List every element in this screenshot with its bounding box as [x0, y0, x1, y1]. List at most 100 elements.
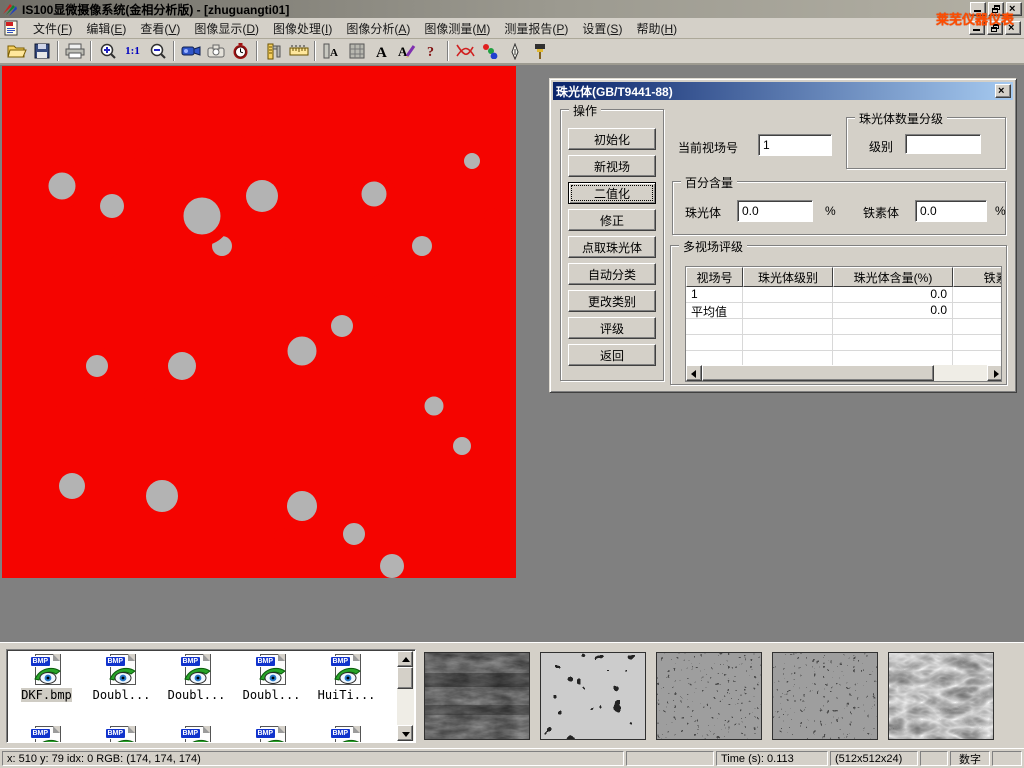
dialog-close-button[interactable]: ×: [995, 84, 1011, 98]
file-name[interactable]: Doubl...: [168, 688, 226, 702]
thumbnail-1[interactable]: [424, 652, 530, 740]
menu-item[interactable]: 帮助(H): [629, 18, 684, 39]
file-name[interactable]: DKF.bmp: [21, 688, 72, 702]
table-row[interactable]: [686, 319, 1002, 335]
close-button[interactable]: ×: [1006, 2, 1022, 16]
scroll-thumb[interactable]: [702, 365, 934, 381]
file-item[interactable]: BMP: [84, 726, 159, 743]
op-button-2[interactable]: 新视场: [568, 155, 656, 177]
table-row[interactable]: 平均值0.0: [686, 303, 1002, 319]
file-list[interactable]: BMP DKF.bmp BMP Doubl... BMP Doubl... BMP Doubl…: [6, 649, 416, 743]
bmp-file-icon[interactable]: BMP: [180, 654, 214, 686]
current-field-input[interactable]: [758, 134, 832, 156]
file-item[interactable]: BMP DKF.bmp: [9, 654, 84, 702]
file-list-scrollbar[interactable]: [397, 651, 414, 741]
grid-icon[interactable]: [344, 40, 369, 62]
op-button-4[interactable]: 修正: [568, 209, 656, 231]
table-column-header[interactable]: 视场号: [686, 267, 743, 287]
menu-item[interactable]: 图像分析(A): [339, 18, 417, 39]
mdi-close-button[interactable]: ×: [1005, 21, 1021, 35]
minimize-button[interactable]: [970, 2, 986, 16]
measure-caliper-icon[interactable]: A: [319, 40, 344, 62]
marker-balloons-icon[interactable]: [477, 40, 502, 62]
file-item[interactable]: BMP: [159, 726, 234, 743]
op-button-7[interactable]: 更改类别: [568, 290, 656, 312]
thumbnail-2[interactable]: [540, 652, 646, 740]
app-icon[interactable]: [2, 2, 18, 16]
ferrite-percent-input[interactable]: [915, 200, 987, 222]
table-row[interactable]: [686, 335, 1002, 351]
op-button-1[interactable]: 初始化: [568, 128, 656, 150]
mdi-minimize-button[interactable]: [969, 21, 985, 35]
capture-camera-icon[interactable]: [203, 40, 228, 62]
mdi-restore-button[interactable]: [987, 21, 1003, 35]
table-row[interactable]: 10.0: [686, 287, 1002, 303]
print-icon[interactable]: [62, 40, 87, 62]
op-button-5[interactable]: 点取珠光体: [568, 236, 656, 258]
thumbnail-3[interactable]: [656, 652, 762, 740]
pen-icon[interactable]: [502, 40, 527, 62]
bmp-file-icon[interactable]: BMP: [105, 726, 139, 743]
menu-item[interactable]: 图像显示(D): [187, 18, 266, 39]
thumbnail-5[interactable]: [888, 652, 994, 740]
menu-item[interactable]: 图像处理(I): [266, 18, 339, 39]
ruler-icon[interactable]: [286, 40, 311, 62]
menu-item[interactable]: 设置(S): [575, 18, 629, 39]
menu-item[interactable]: 图像测量(M): [417, 18, 497, 39]
file-item[interactable]: BMP Doubl...: [234, 654, 309, 702]
menu-item[interactable]: 查看(V): [133, 18, 187, 39]
open-folder-icon[interactable]: [4, 40, 29, 62]
curve-tool-icon[interactable]: [452, 40, 477, 62]
scroll-down-button[interactable]: [397, 725, 413, 741]
file-name[interactable]: HuiTi...: [318, 688, 376, 702]
thumbnail-4[interactable]: [772, 652, 878, 740]
help-icon[interactable]: ?: [419, 40, 444, 62]
bmp-file-icon[interactable]: BMP: [105, 654, 139, 686]
caliper-icon[interactable]: [261, 40, 286, 62]
bmp-file-icon[interactable]: BMP: [330, 726, 364, 743]
menu-item[interactable]: 测量报告(P): [497, 18, 575, 39]
file-item[interactable]: BMP: [234, 726, 309, 743]
rating-table[interactable]: 视场号珠光体级别珠光体含量(%)铁素体含量(%) 10.0平均值0.0: [685, 266, 1002, 382]
bmp-file-icon[interactable]: BMP: [330, 654, 364, 686]
text-icon[interactable]: A: [369, 40, 394, 62]
file-item[interactable]: BMP HuiTi...: [309, 654, 384, 702]
menu-item[interactable]: 文件(F): [26, 18, 79, 39]
file-item[interactable]: BMP: [309, 726, 384, 743]
table-column-header[interactable]: 珠光体含量(%): [833, 267, 953, 287]
actual-size-icon[interactable]: 1:1: [120, 40, 145, 62]
file-name[interactable]: Doubl...: [93, 688, 151, 702]
restore-button[interactable]: [988, 2, 1004, 16]
file-name[interactable]: Doubl...: [243, 688, 301, 702]
bmp-file-icon[interactable]: BMP: [180, 726, 214, 743]
bmp-file-icon[interactable]: BMP: [30, 726, 64, 743]
file-item[interactable]: BMP Doubl...: [84, 654, 159, 702]
file-item[interactable]: BMP: [9, 726, 84, 743]
bmp-file-icon[interactable]: BMP: [30, 654, 64, 686]
document-icon[interactable]: [4, 20, 20, 36]
level-input[interactable]: [905, 134, 981, 154]
table-column-header[interactable]: 珠光体级别: [743, 267, 833, 287]
scroll-left-button[interactable]: [686, 365, 702, 381]
zoom-in-icon[interactable]: [95, 40, 120, 62]
scroll-up-button[interactable]: [397, 651, 413, 667]
scroll-thumb[interactable]: [397, 667, 413, 689]
zoom-out-icon[interactable]: [145, 40, 170, 62]
pearlite-percent-input[interactable]: [737, 200, 813, 222]
op-button-6[interactable]: 自动分类: [568, 263, 656, 285]
video-camera-icon[interactable]: [178, 40, 203, 62]
table-column-header[interactable]: 铁素体含量(%): [953, 267, 1002, 287]
op-button-3[interactable]: 二值化: [568, 182, 656, 204]
timer-clock-icon[interactable]: [228, 40, 253, 62]
bmp-file-icon[interactable]: BMP: [255, 654, 289, 686]
scroll-right-button[interactable]: [987, 365, 1002, 381]
save-icon[interactable]: [29, 40, 54, 62]
op-button-9[interactable]: 返回: [568, 344, 656, 366]
table-horizontal-scrollbar[interactable]: [686, 365, 1002, 381]
op-button-8[interactable]: 评级: [568, 317, 656, 339]
dialog-title-bar[interactable]: 珠光体(GB/T9441-88) ×: [553, 82, 1013, 100]
annotate-icon[interactable]: A: [394, 40, 419, 62]
bmp-file-icon[interactable]: BMP: [255, 726, 289, 743]
menu-item[interactable]: 编辑(E): [79, 18, 133, 39]
brush-icon[interactable]: [527, 40, 552, 62]
